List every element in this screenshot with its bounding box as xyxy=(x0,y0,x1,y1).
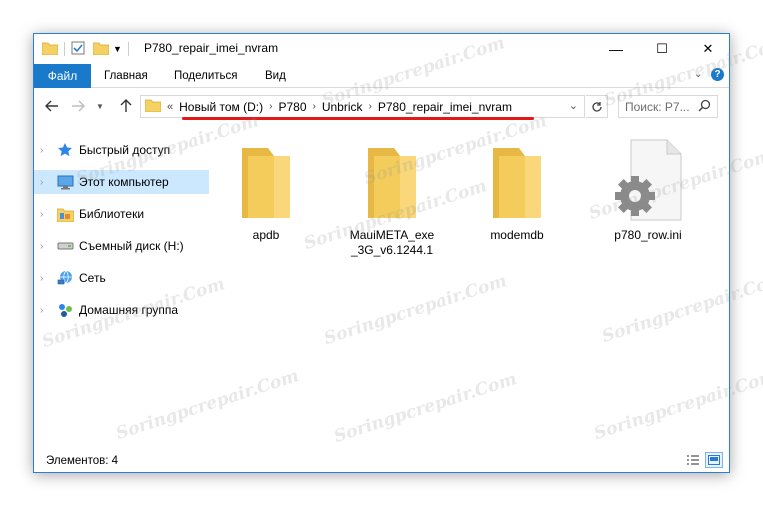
details-view-icon xyxy=(687,455,699,465)
new-folder-icon[interactable] xyxy=(92,41,110,58)
libraries-icon xyxy=(56,206,74,222)
tab-view[interactable]: Вид xyxy=(253,64,298,88)
nav-item-label: Этот компьютер xyxy=(79,175,169,189)
nav-item-label: Библиотеки xyxy=(79,207,145,221)
chevron-right-icon[interactable]: › xyxy=(34,145,52,156)
properties-icon[interactable] xyxy=(71,41,85,58)
search-input[interactable] xyxy=(619,96,695,117)
nav-item-quick-access[interactable]: › Быстрый доступ xyxy=(34,138,209,162)
status-items-count: Элементов: 4 xyxy=(46,455,119,467)
navigation-pane: › Быстрый доступ › Этот компьютер › Библ… xyxy=(34,132,209,447)
details-view-button[interactable] xyxy=(684,452,702,468)
large-icons-view-button[interactable] xyxy=(705,452,723,468)
up-button[interactable] xyxy=(116,96,136,116)
title-bar: ▼ P780_repair_imei_nvram — ☐ ✕ xyxy=(34,34,729,64)
chevron-right-icon[interactable]: › xyxy=(34,305,52,316)
window-title: P780_repair_imei_nvram xyxy=(144,41,279,55)
search-icon[interactable] xyxy=(698,99,711,115)
minimize-button[interactable]: — xyxy=(593,34,639,64)
nav-item-this-pc[interactable]: › Этот компьютер xyxy=(34,170,209,194)
explorer-window: ▼ P780_repair_imei_nvram — ☐ ✕ Файл Глав… xyxy=(33,33,730,473)
removable-drive-icon xyxy=(56,238,74,254)
file-item-modemdb[interactable]: modemdb xyxy=(473,136,561,243)
file-name: p780_row.ini xyxy=(614,228,682,242)
file-item-mauimeta[interactable]: MauiMETA_exe_3G_v6.1244.1 xyxy=(348,136,436,258)
maximize-button[interactable]: ☐ xyxy=(639,34,685,64)
breadcrumb-item-drive[interactable]: Новый том (D:) xyxy=(179,100,263,114)
forward-button[interactable] xyxy=(68,96,88,116)
breadcrumb-item-unbrick[interactable]: Unbrick xyxy=(322,100,363,114)
nav-item-label: Съемный диск (H:) xyxy=(79,239,184,253)
toolbar-divider xyxy=(64,42,65,56)
back-button[interactable] xyxy=(42,96,62,116)
toolbar-divider xyxy=(127,42,129,56)
ribbon-tabs: Файл Главная Поделиться Вид ⌄ ? xyxy=(34,64,729,88)
folder-icon xyxy=(222,136,310,222)
breadcrumb-overflow[interactable]: « xyxy=(167,101,173,113)
file-name: MauiMETA_exe_3G_v6.1244.1 xyxy=(349,228,435,257)
nav-item-label: Сеть xyxy=(79,271,106,285)
breadcrumb-item-current[interactable]: P780_repair_imei_nvram xyxy=(378,100,512,114)
file-name: modemdb xyxy=(490,228,544,242)
folder-icon xyxy=(348,136,436,222)
nav-item-label: Домашняя группа xyxy=(79,303,179,317)
expand-ribbon-icon[interactable]: ⌄ xyxy=(694,69,702,80)
arrow-right-icon xyxy=(72,100,85,112)
breadcrumb-separator[interactable]: › xyxy=(269,101,272,112)
network-icon xyxy=(56,270,74,286)
search-box[interactable] xyxy=(618,95,718,118)
tab-file[interactable]: Файл xyxy=(34,64,91,88)
breadcrumb-item-p780[interactable]: P780 xyxy=(278,100,306,114)
arrow-left-icon xyxy=(45,100,58,112)
folder-icon xyxy=(473,136,561,222)
chevron-right-icon[interactable]: › xyxy=(34,177,52,188)
star-icon xyxy=(56,142,74,158)
file-list: apdb MauiMETA_exe_3G_v6.1244.1 modemdb p… xyxy=(222,130,722,440)
breadcrumb-separator[interactable]: › xyxy=(369,101,372,112)
chevron-right-icon[interactable]: › xyxy=(34,273,52,284)
homegroup-icon xyxy=(56,302,74,318)
nav-item-label: Быстрый доступ xyxy=(79,143,171,157)
address-dropdown-icon[interactable]: ⌄ xyxy=(569,99,578,112)
file-name: apdb xyxy=(252,228,280,242)
nav-item-libraries[interactable]: › Библиотеки xyxy=(34,202,209,226)
help-icon[interactable]: ? xyxy=(711,68,724,81)
recent-locations-button[interactable]: ▼ xyxy=(90,96,110,116)
settings-file-icon xyxy=(604,136,692,222)
file-item-apdb[interactable]: apdb xyxy=(222,136,310,243)
nav-item-removable-drive[interactable]: › Съемный диск (H:) xyxy=(34,234,209,258)
large-icons-view-icon xyxy=(708,455,720,465)
chevron-down-icon: ▼ xyxy=(96,101,104,111)
folder-icon xyxy=(41,41,59,58)
refresh-button[interactable] xyxy=(586,95,608,118)
nav-item-network[interactable]: › Сеть xyxy=(34,266,209,290)
customize-toolbar-icon[interactable]: ▼ xyxy=(113,44,122,54)
breadcrumb: « Новый том (D:) › P780 › Unbrick › P780… xyxy=(141,96,516,117)
close-button[interactable]: ✕ xyxy=(685,34,731,64)
computer-icon xyxy=(56,174,74,190)
view-switcher xyxy=(684,452,723,468)
arrow-up-icon xyxy=(120,99,132,112)
quick-access-toolbar: ▼ xyxy=(41,40,135,58)
file-item-p780-row-ini[interactable]: p780_row.ini xyxy=(604,136,692,243)
chevron-right-icon[interactable]: › xyxy=(34,209,52,220)
tab-home[interactable]: Главная xyxy=(92,64,160,88)
chevron-right-icon[interactable]: › xyxy=(34,241,52,252)
breadcrumb-separator[interactable]: › xyxy=(313,101,316,112)
highlight-underline xyxy=(182,117,534,120)
folder-icon xyxy=(144,98,162,115)
refresh-icon xyxy=(591,101,602,112)
tab-share[interactable]: Поделиться xyxy=(162,64,250,88)
address-bar[interactable]: « Новый том (D:) › P780 › Unbrick › P780… xyxy=(140,95,585,118)
nav-item-homegroup[interactable]: › Домашняя группа xyxy=(34,298,209,322)
